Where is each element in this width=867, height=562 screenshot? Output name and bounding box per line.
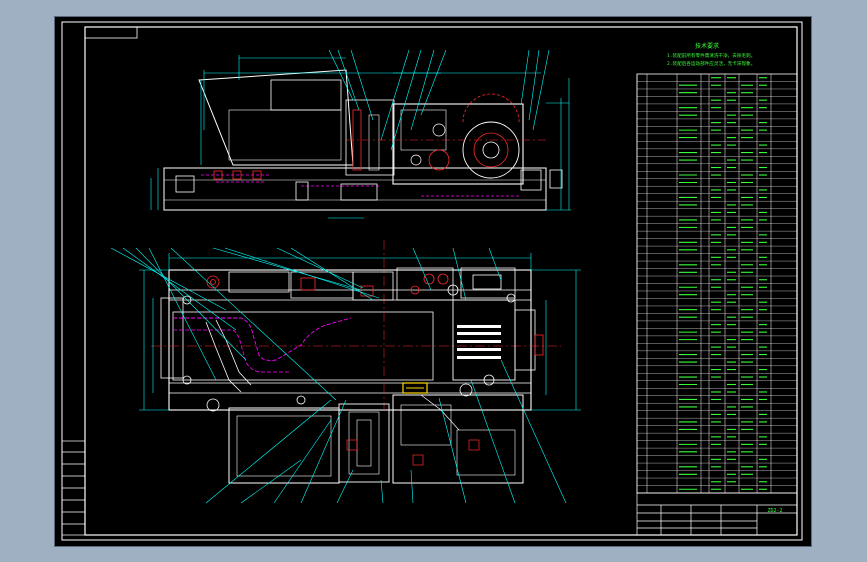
left-margin-strip bbox=[61, 440, 86, 536]
top-view bbox=[150, 49, 571, 219]
technical-notes: 技术要求 1.装配前所有零件需清洗干净，去除毛刺。 2.装配后各运动部件应灵活，… bbox=[667, 42, 755, 67]
motor-body bbox=[198, 69, 354, 166]
title-block bbox=[636, 492, 798, 536]
top-base-plate bbox=[163, 167, 547, 211]
cad-viewport[interactable]: 技术要求 1.装配前所有零件需清洗干净，去除毛刺。 2.装配后各运动部件应灵活，… bbox=[54, 16, 812, 547]
notes-line-1: 1.装配前所有零件需清洗干净，去除毛刺。 bbox=[667, 52, 755, 59]
inner-border bbox=[84, 26, 798, 536]
assembly-drawing: 技术要求 1.装配前所有零件需清洗干净，去除毛刺。 2.装配后各运动部件应灵活，… bbox=[61, 21, 803, 541]
hidden-cam-path bbox=[173, 317, 352, 361]
outer-border bbox=[61, 21, 803, 541]
notes-title: 技术要求 bbox=[695, 42, 719, 50]
gearbox bbox=[392, 103, 524, 185]
title-block-code: ZD2-2 bbox=[767, 508, 782, 514]
front-view bbox=[110, 240, 581, 504]
corner-box bbox=[84, 26, 138, 39]
notes-line-2: 2.装配后各运动部件应灵活，无卡滞现象。 bbox=[667, 60, 755, 67]
parts-list-table bbox=[636, 73, 798, 494]
